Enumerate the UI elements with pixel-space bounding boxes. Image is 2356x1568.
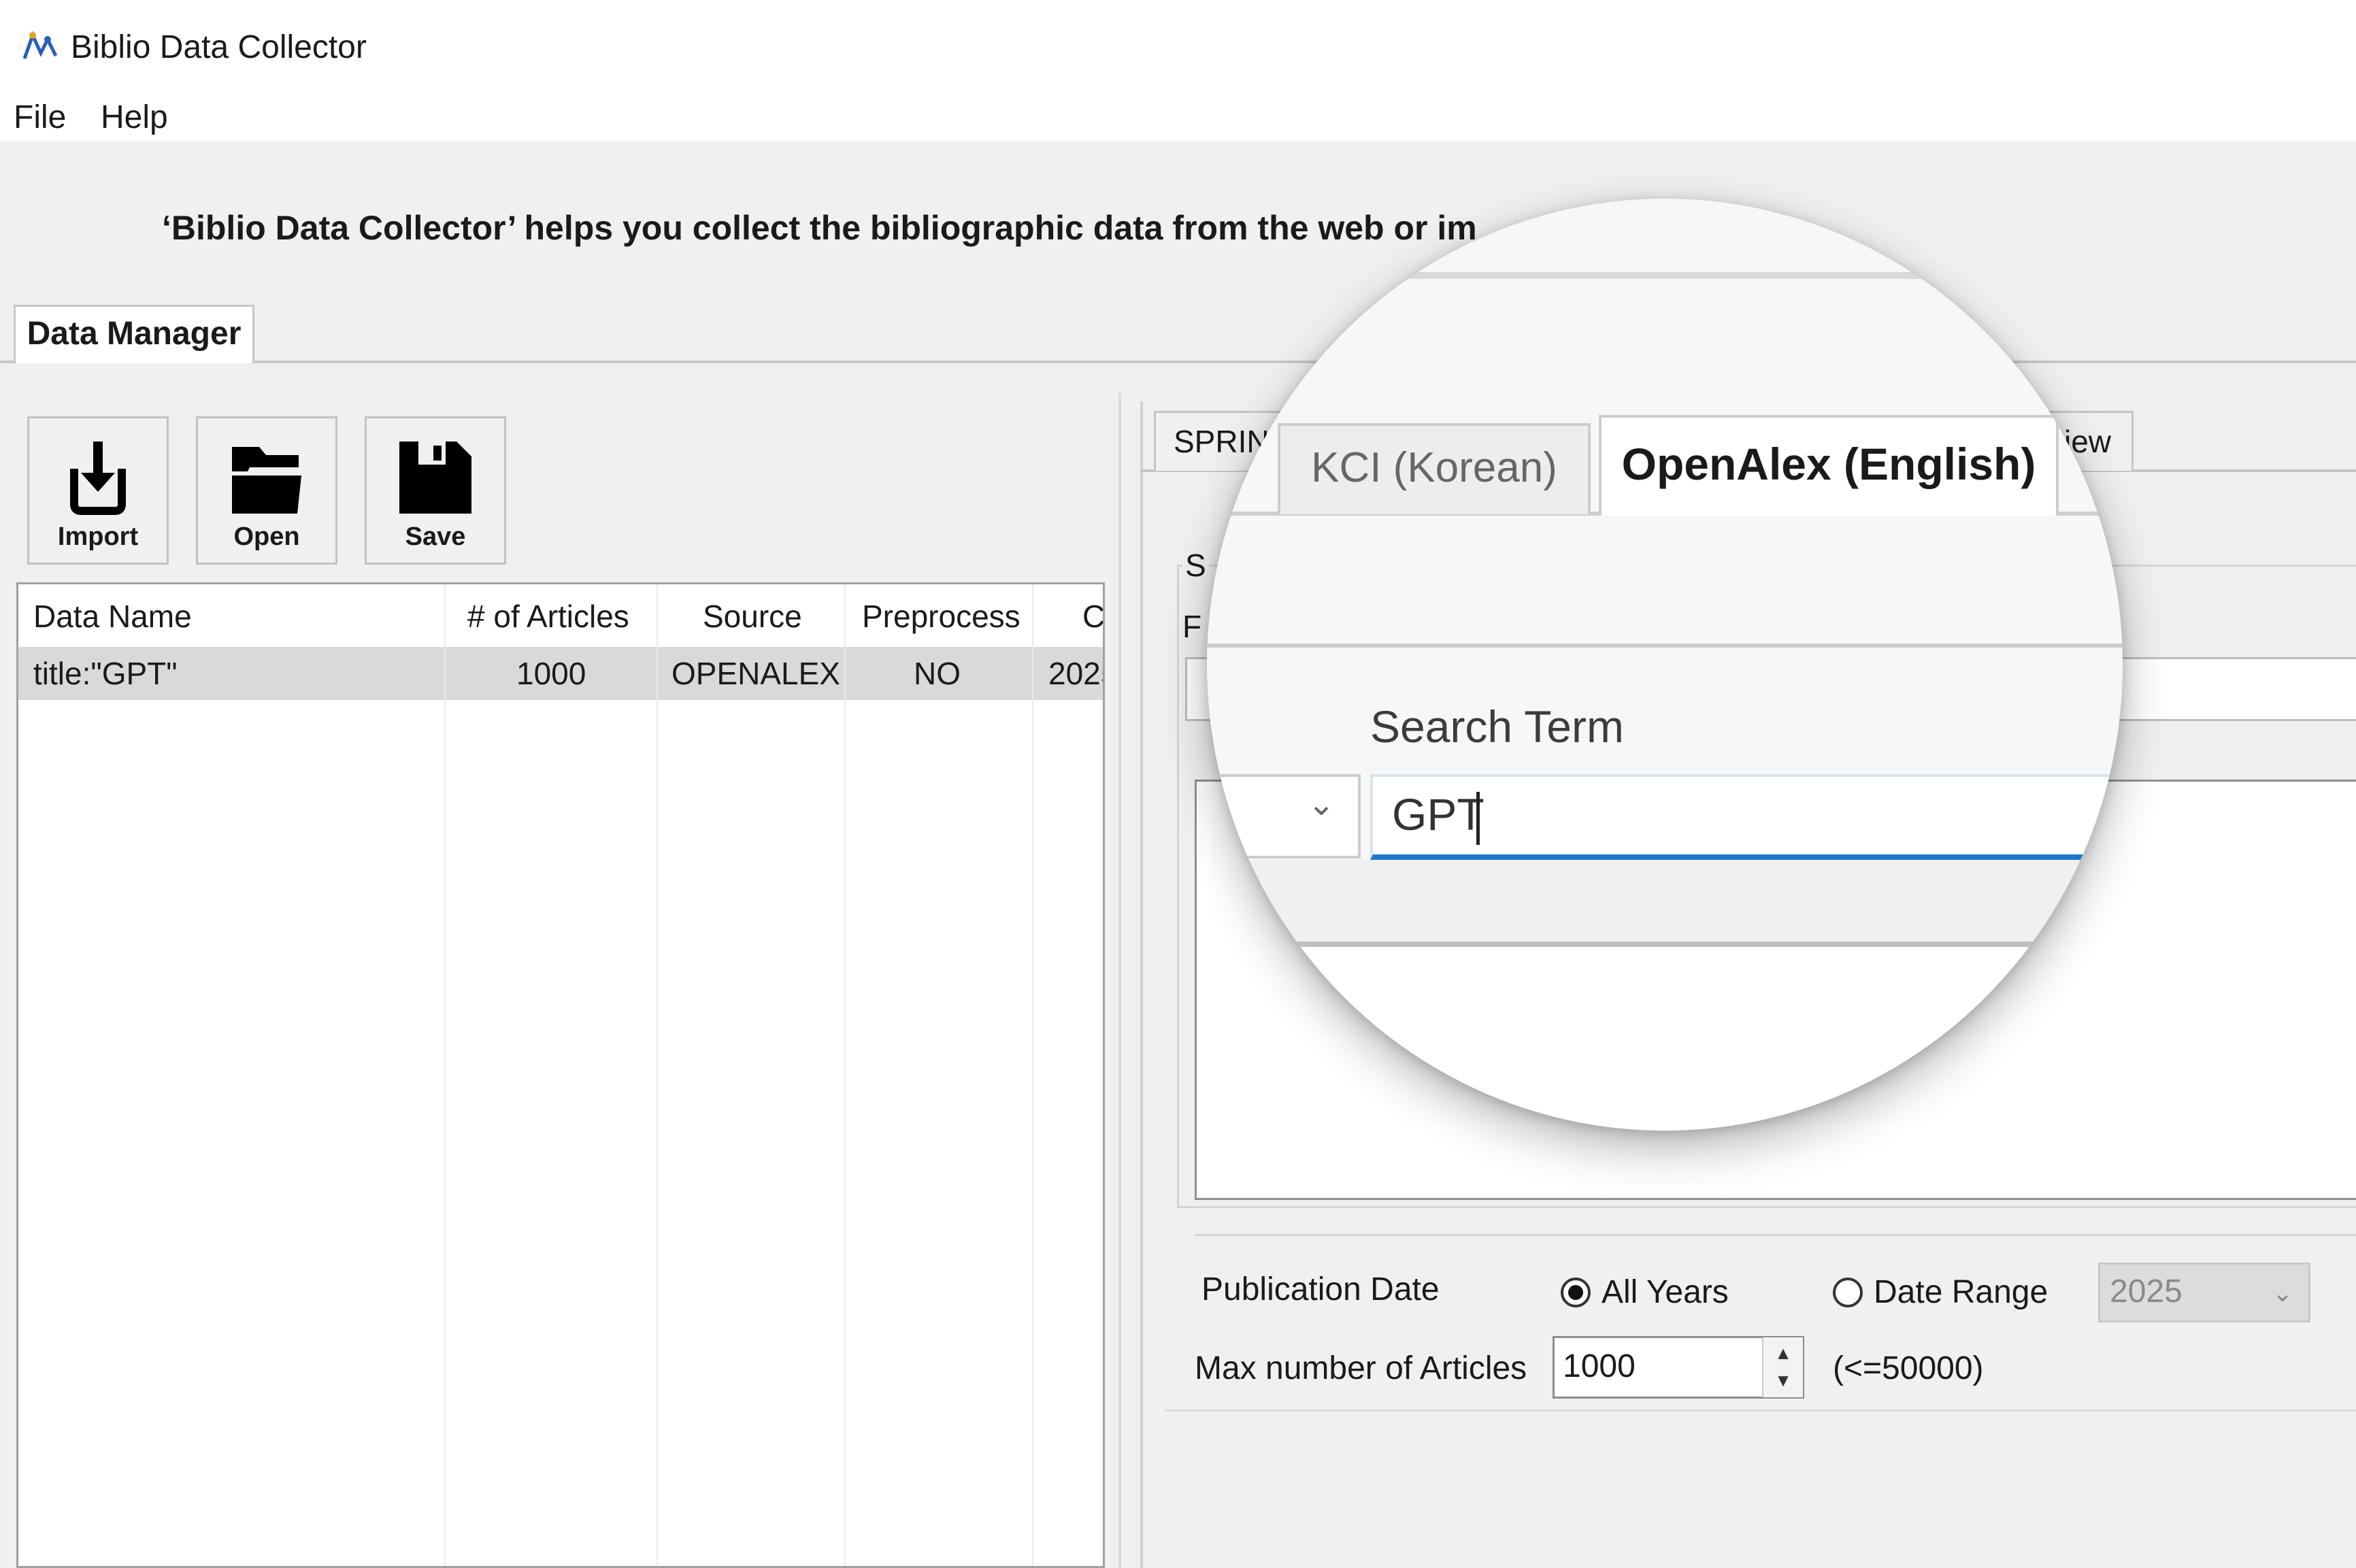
field-label: F (1182, 609, 1202, 644)
column-divider (844, 584, 846, 1566)
all-years-label[interactable]: All Years (1602, 1273, 1729, 1311)
column-header-c[interactable]: C (1082, 598, 1103, 635)
text-caret (1476, 792, 1480, 845)
import-button[interactable]: Import (27, 416, 169, 565)
magnified-tab-strip-line (1207, 272, 2123, 279)
tab-openalex[interactable]: OpenAlex (English) (1599, 415, 2059, 516)
search-term-label: Search Term (1370, 701, 1624, 752)
magnified-divider (1207, 644, 2123, 648)
max-articles-stepper[interactable]: ▲ ▼ (1762, 1337, 1803, 1397)
bottom-divider (1165, 1409, 2356, 1412)
save-button[interactable]: Save (365, 416, 506, 565)
date-range-label[interactable]: Date Range (1874, 1273, 2048, 1311)
column-header-preprocess[interactable]: Preprocess (862, 598, 1021, 635)
open-label: Open (233, 522, 300, 551)
save-label: Save (405, 522, 466, 551)
cell-source: OPENALEX (671, 656, 840, 691)
cell-data-name: title:"GPT" (33, 656, 178, 691)
menu-bar (0, 95, 2356, 141)
column-header-source[interactable]: Source (703, 598, 802, 635)
column-divider (657, 584, 658, 1566)
decrement-arrow-icon[interactable]: ▼ (1763, 1370, 1803, 1391)
cell-preprocess: NO (914, 656, 961, 691)
menu-help[interactable]: Help (101, 98, 168, 137)
banner-text: ‘Biblio Data Collector’ helps you collec… (162, 209, 1477, 247)
column-divider (1032, 584, 1033, 1566)
magnified-list-area (1207, 947, 2123, 1131)
column-header-data-name[interactable]: Data Name (33, 598, 192, 635)
tab-data-manager[interactable]: Data Manager (14, 305, 254, 363)
search-term-input[interactable]: GPT (1370, 774, 2123, 860)
column-divider (444, 584, 446, 1566)
floppy-disk-icon (399, 441, 471, 514)
cell-c: 2025 (1048, 656, 1103, 691)
increment-arrow-icon[interactable]: ▲ (1763, 1343, 1803, 1364)
max-articles-label: Max number of Articles (1195, 1350, 1527, 1386)
app-icon (22, 31, 58, 59)
publication-date-label: Publication Date (1201, 1271, 1440, 1307)
folder-open-icon (232, 447, 303, 514)
data-table[interactable]: Data Name # of Articles Source Preproces… (16, 582, 1105, 1568)
magnified-list-border (1207, 941, 2123, 947)
magnified-panel-bg (1207, 860, 2123, 941)
menu-file[interactable]: File (14, 98, 66, 137)
column-header-articles[interactable]: # of Articles (467, 598, 629, 635)
import-label: Import (57, 522, 139, 551)
import-icon (70, 441, 126, 515)
max-articles-hint: (<=50000) (1833, 1350, 1984, 1386)
chevron-down-icon: ⌄ (2272, 1279, 2293, 1307)
all-years-radio[interactable] (1561, 1278, 1591, 1307)
publication-divider (1195, 1234, 2356, 1236)
magnifier-lens: KCI (Korean) OpenAlex (English) Search T… (1207, 199, 2123, 1131)
date-range-radio[interactable] (1833, 1278, 1863, 1307)
search-group-label: S (1182, 547, 1209, 584)
open-button[interactable]: Open (196, 416, 337, 565)
search-field-select[interactable] (1207, 774, 1361, 858)
tab-kci[interactable]: KCI (Korean) (1278, 423, 1591, 514)
cell-articles: 1000 (516, 656, 586, 691)
chevron-down-icon: ⌄ (1308, 786, 1335, 822)
window-title: Biblio Data Collector (71, 29, 367, 65)
